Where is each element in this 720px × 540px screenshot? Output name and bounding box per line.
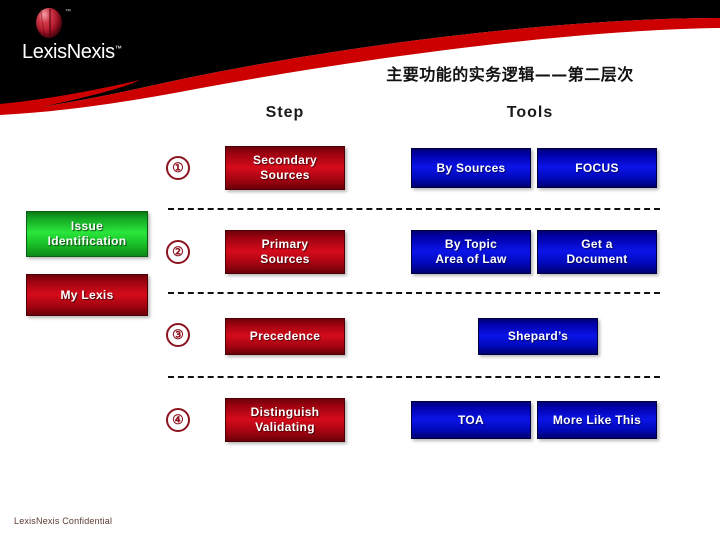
- footer-confidential-text: LexisNexis Confidential: [14, 516, 113, 526]
- header-banner: ™ LexisNexis™: [0, 0, 720, 115]
- step-box-primary-sources[interactable]: Primary Sources: [225, 230, 345, 274]
- tool-box-focus[interactable]: FOCUS: [537, 148, 657, 188]
- wordmark-trademark-symbol: ™: [114, 45, 122, 53]
- lexisnexis-logo: ™ LexisNexis™: [22, 8, 152, 66]
- tool-box-shepards[interactable]: Shepard’s: [478, 318, 598, 355]
- step-box-secondary-sources[interactable]: Secondary Sources: [225, 146, 345, 190]
- wordmark-text: LexisNexis: [22, 41, 115, 63]
- tool-box-toa[interactable]: TOA: [411, 401, 531, 439]
- phase-box-issue-identification[interactable]: Issue Identification: [26, 211, 148, 257]
- page-title: 主要功能的实务逻辑——第二层次: [386, 65, 634, 84]
- sphere-trademark-symbol: ™: [65, 9, 71, 15]
- lexisnexis-sphere-icon: [36, 8, 62, 38]
- row-number-3: ③: [166, 323, 190, 347]
- tool-box-by-sources[interactable]: By Sources: [411, 148, 531, 188]
- step-box-precedence[interactable]: Precedence: [225, 318, 345, 355]
- row-divider-2: [168, 292, 660, 294]
- column-header-step: Step: [265, 104, 305, 121]
- tool-box-get-a-document[interactable]: Get a Document: [537, 230, 657, 274]
- phase-box-my-lexis[interactable]: My Lexis: [26, 274, 148, 316]
- tool-box-by-topic-area-of-law[interactable]: By Topic Area of Law: [411, 230, 531, 274]
- column-header-tools: Tools: [506, 104, 554, 121]
- lexisnexis-wordmark: LexisNexis™: [22, 41, 122, 64]
- row-number-4: ④: [166, 408, 190, 432]
- row-number-1: ①: [166, 156, 190, 180]
- row-divider-1: [168, 208, 660, 210]
- row-number-2: ②: [166, 240, 190, 264]
- tool-box-more-like-this[interactable]: More Like This: [537, 401, 657, 439]
- step-box-distinguish-validating[interactable]: Distinguish Validating: [225, 398, 345, 442]
- row-divider-3: [168, 376, 660, 378]
